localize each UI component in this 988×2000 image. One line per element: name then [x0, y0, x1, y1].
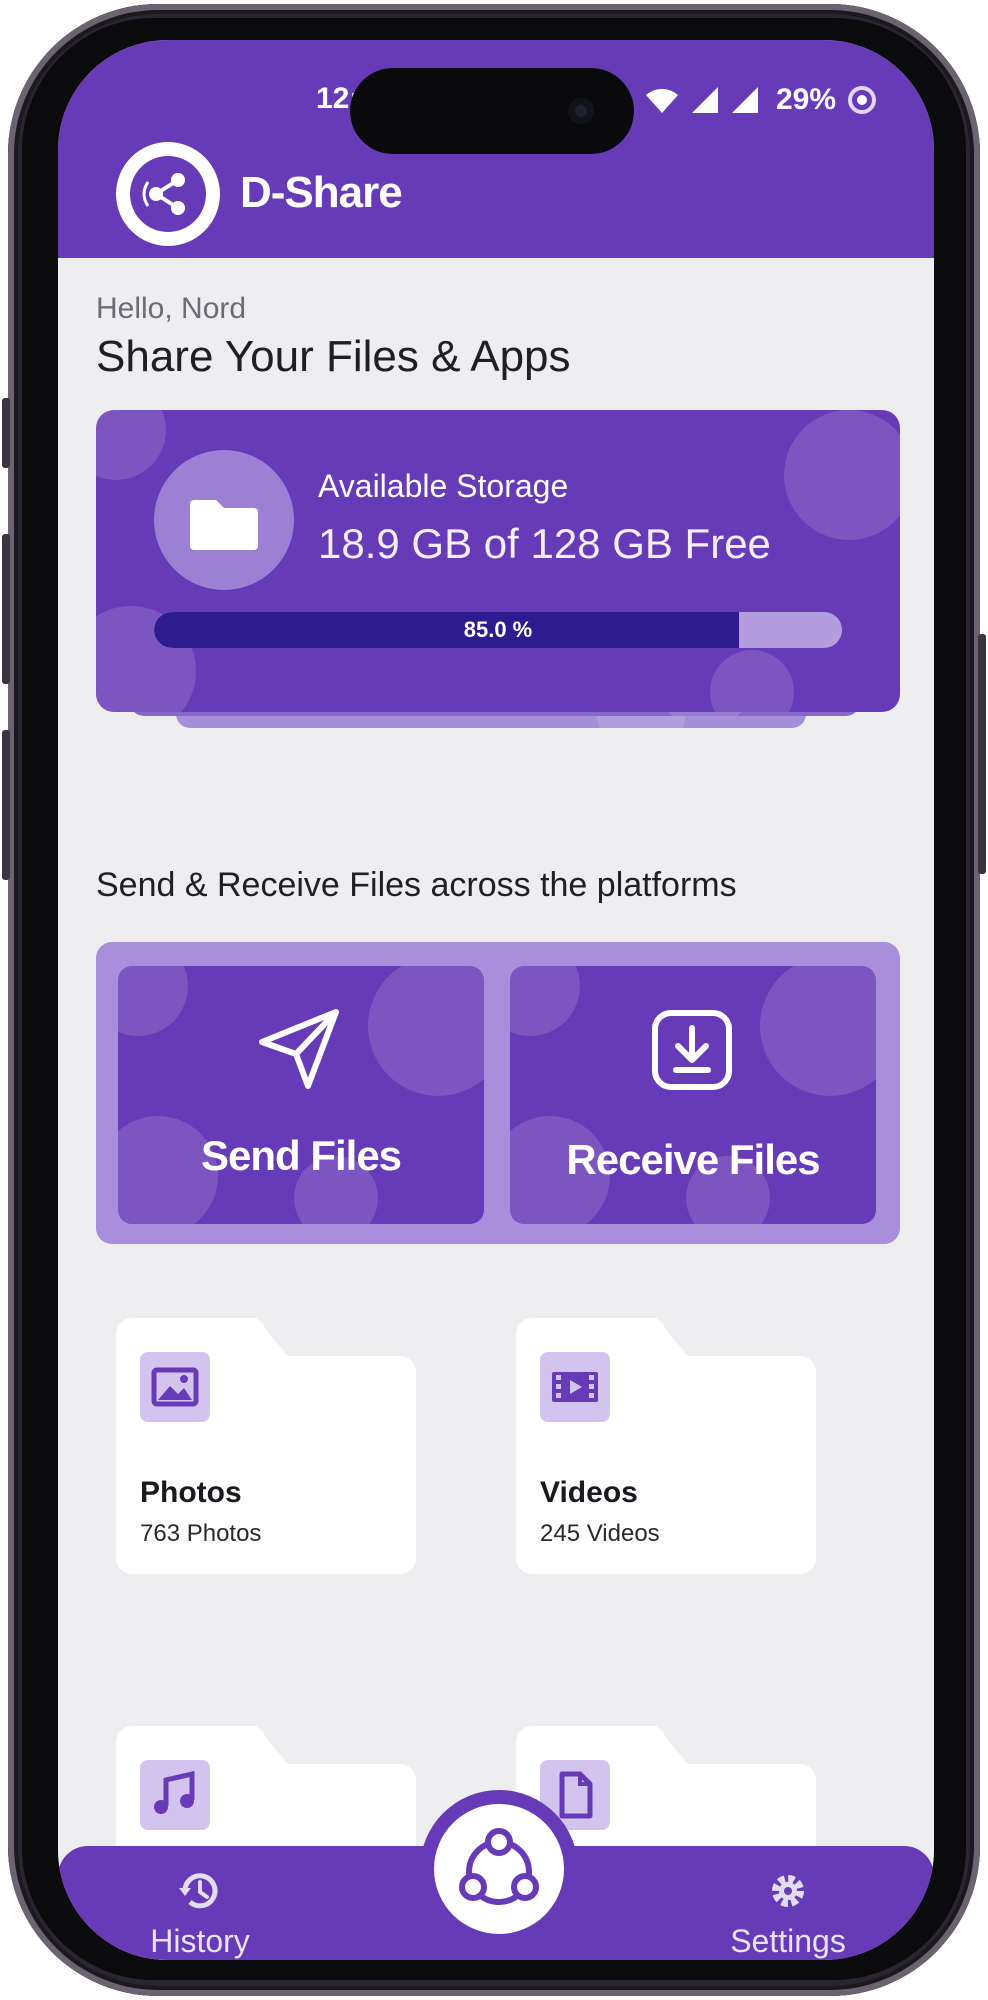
storage-value: 18.9 GB of 128 GB Free: [318, 520, 771, 567]
category-title: Videos: [540, 1476, 638, 1509]
category-tile-photos[interactable]: Photos 763 Photos: [116, 1318, 416, 1574]
category-count: 245 Videos: [540, 1520, 660, 1547]
folder-icon-circle: [154, 450, 294, 590]
decorative-bubble: [784, 410, 900, 540]
storage-progress-label: 85.0 %: [463, 617, 533, 642]
storage-label: Available Storage: [318, 468, 569, 504]
app-logo: [116, 142, 220, 246]
music-note-icon: [140, 1760, 210, 1830]
transfer-actions-panel: Send Files Receive Files: [96, 942, 900, 1244]
status-icons: 29%: [644, 80, 878, 120]
history-icon: [179, 1873, 218, 1909]
film-icon: [540, 1352, 610, 1422]
receive-files-button[interactable]: Receive Files: [510, 966, 876, 1224]
category-tile-videos[interactable]: Videos 245 Videos: [516, 1318, 816, 1574]
side-button: [2, 534, 10, 684]
battery-saver-icon: [848, 86, 877, 114]
gear-icon: [772, 1875, 804, 1907]
signal-icon: [732, 87, 758, 113]
folder-icon: [190, 500, 258, 550]
nav-history-label: History: [150, 1923, 250, 1959]
share-icon: [459, 1828, 539, 1905]
download-icon: [652, 1010, 732, 1090]
send-files-label: Send Files: [200, 1132, 402, 1179]
nav-history[interactable]: History: [120, 1866, 280, 1960]
wifi-icon: [646, 88, 678, 113]
side-button: [2, 398, 10, 468]
battery-percent: 29%: [776, 83, 837, 116]
page-title: Share Your Files & Apps: [96, 332, 571, 381]
side-button: [978, 634, 986, 874]
category-count: 763 Photos: [140, 1520, 262, 1547]
nav-settings-label: Settings: [730, 1923, 846, 1959]
section-caption: Send & Receive Files across the platform…: [96, 866, 737, 904]
storage-card[interactable]: Available Storage 18.9 GB of 128 GB Free…: [96, 410, 900, 712]
paper-plane-icon: [259, 1009, 339, 1089]
signal-icon: [692, 87, 718, 113]
greeting-text: Hello, Nord: [96, 292, 247, 325]
side-button: [2, 730, 10, 880]
decorative-bubble: [710, 650, 794, 712]
receive-files-label: Receive Files: [566, 1136, 820, 1183]
storage-progress-bar: 85.0 %: [154, 612, 842, 648]
share-icon: [142, 173, 185, 215]
app-screen: 12: 29% D-Share Hello, Nord Share Your F…: [58, 40, 934, 1960]
share-fab-button[interactable]: [434, 1804, 564, 1934]
app-title: D-Share: [240, 168, 403, 217]
image-icon: [140, 1352, 210, 1422]
nav-settings[interactable]: Settings: [708, 1866, 868, 1960]
camera-icon: [568, 98, 594, 124]
send-files-button[interactable]: Send Files: [118, 966, 484, 1224]
category-title: Photos: [140, 1476, 242, 1509]
